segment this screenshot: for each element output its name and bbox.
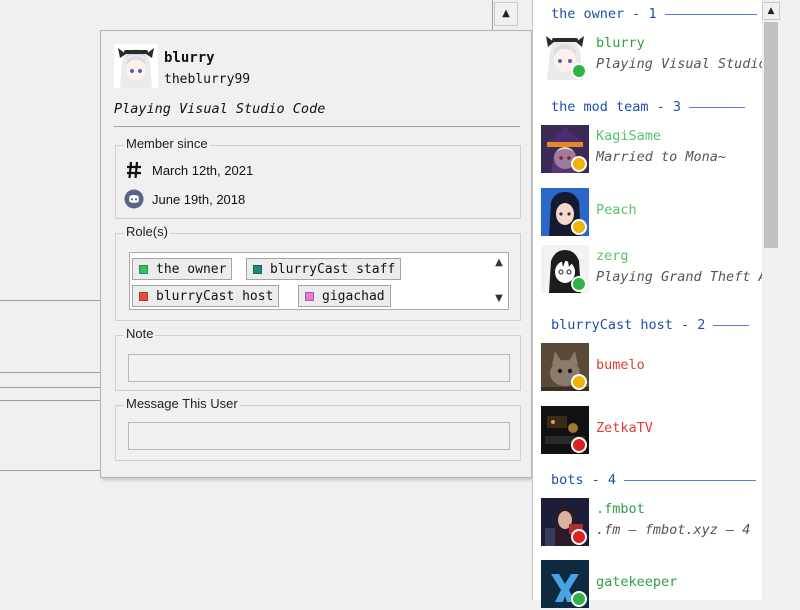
status-online-icon [571, 591, 587, 607]
member-list: the owner - 1 blurry Playing Visual Stud… [532, 0, 800, 608]
role-chip[interactable]: blurryCast host [132, 285, 280, 307]
roles-list[interactable]: the owner blurryCast staff blurryCast ho… [129, 252, 509, 310]
profile-divider [114, 126, 520, 127]
profile-status-text: Playing Visual Studio Code [114, 101, 326, 117]
member-item[interactable]: gatekeeper [541, 558, 771, 610]
server-join-date: March 12th, 2021 [152, 162, 254, 178]
section-header-mod-team: the mod team - 3 [551, 97, 746, 117]
avatar-image [114, 44, 158, 88]
section-header-owner: the owner - 1 [551, 4, 757, 24]
profile-display-name: blurry [164, 50, 215, 66]
role-name: the owner [156, 261, 227, 277]
status-idle-icon [571, 219, 587, 235]
role-color-swatch [139, 264, 148, 274]
discord-join-date: June 19th, 2018 [152, 191, 246, 207]
status-idle-icon [571, 374, 587, 390]
scrollbar-thumb[interactable] [764, 22, 778, 248]
role-color-swatch [139, 291, 148, 301]
member-name: KagiSame [596, 128, 662, 144]
status-idle-icon [571, 156, 587, 172]
member-name: bumelo [596, 357, 645, 373]
chevron-down-icon[interactable]: ▼ [490, 293, 508, 304]
member-item[interactable]: bumelo [541, 341, 771, 393]
status-dnd-icon [571, 437, 587, 453]
member-name: Peach [596, 202, 637, 218]
member-name: ZetkaTV [596, 420, 653, 436]
member-activity: .fm — fmbot.xyz — 4 [596, 522, 751, 538]
status-online-icon [571, 276, 587, 292]
member-name: .fmbot [596, 501, 645, 517]
note-input[interactable] [128, 354, 510, 382]
role-color-swatch [305, 291, 314, 301]
member-activity: Playing Visual Studio Code [596, 56, 771, 72]
message-group: Message This User [115, 396, 521, 461]
member-activity: Playing Grand Theft Auto V [596, 269, 771, 285]
user-profile-popup: blurry theblurry99 Playing Visual Studio… [100, 30, 532, 478]
role-name: blurryCast host [156, 288, 274, 304]
member-item[interactable]: .fmbot .fm — fmbot.xyz — 4 [541, 496, 771, 548]
scroll-up-button[interactable]: ▲ [494, 2, 518, 26]
chevron-up-icon[interactable]: ▲ [490, 257, 508, 268]
role-name: blurryCast staff [270, 261, 396, 277]
role-chip[interactable]: the owner [132, 258, 233, 280]
note-group: Note [115, 326, 521, 391]
roles-group: Role(s) the owner blurryCast staff blurr… [115, 224, 521, 321]
discord-join-row: June 19th, 2018 [124, 188, 245, 210]
status-online-icon [571, 63, 587, 79]
profile-username: theblurry99 [164, 72, 251, 87]
member-item[interactable]: KagiSame Married to Mona~ [541, 123, 771, 175]
section-header-bots: bots - 4 [551, 470, 757, 490]
member-name: gatekeeper [596, 574, 678, 590]
status-dnd-icon [571, 529, 587, 545]
member-item[interactable]: blurry Playing Visual Studio Code [541, 30, 771, 82]
server-join-row: March 12th, 2021 [124, 159, 253, 181]
member-item[interactable]: zerg Playing Grand Theft Auto V [541, 243, 771, 295]
member-name: blurry [596, 35, 645, 51]
member-name: zerg [596, 248, 629, 264]
note-title: Note [124, 326, 156, 341]
discord-icon [124, 189, 144, 209]
scroll-up-button[interactable]: ▲ [762, 2, 780, 20]
roles-scrollbar[interactable]: ▲ ▼ [490, 253, 508, 309]
message-title: Message This User [124, 396, 240, 411]
member-list-scrollbar[interactable]: ▲ [762, 0, 780, 600]
role-name: gigachad [322, 288, 385, 304]
section-header-blurrycast-host: blurryCast host - 2 [551, 315, 750, 335]
roles-title: Role(s) [124, 224, 170, 239]
member-activity: Married to Mona~ [596, 149, 727, 165]
member-since-group: Member since March 12th, 2021 June 19th,… [115, 136, 521, 219]
role-chip[interactable]: blurryCast staff [246, 258, 402, 280]
message-input[interactable] [128, 422, 510, 450]
member-item[interactable]: ZetkaTV [541, 404, 771, 456]
member-item[interactable]: Peach [541, 186, 771, 238]
member-since-title: Member since [124, 136, 210, 151]
hashtag-icon [124, 160, 144, 180]
role-color-swatch [253, 264, 262, 274]
avatar[interactable] [114, 44, 158, 88]
role-chip[interactable]: gigachad [298, 285, 391, 307]
window-edge [780, 0, 800, 600]
